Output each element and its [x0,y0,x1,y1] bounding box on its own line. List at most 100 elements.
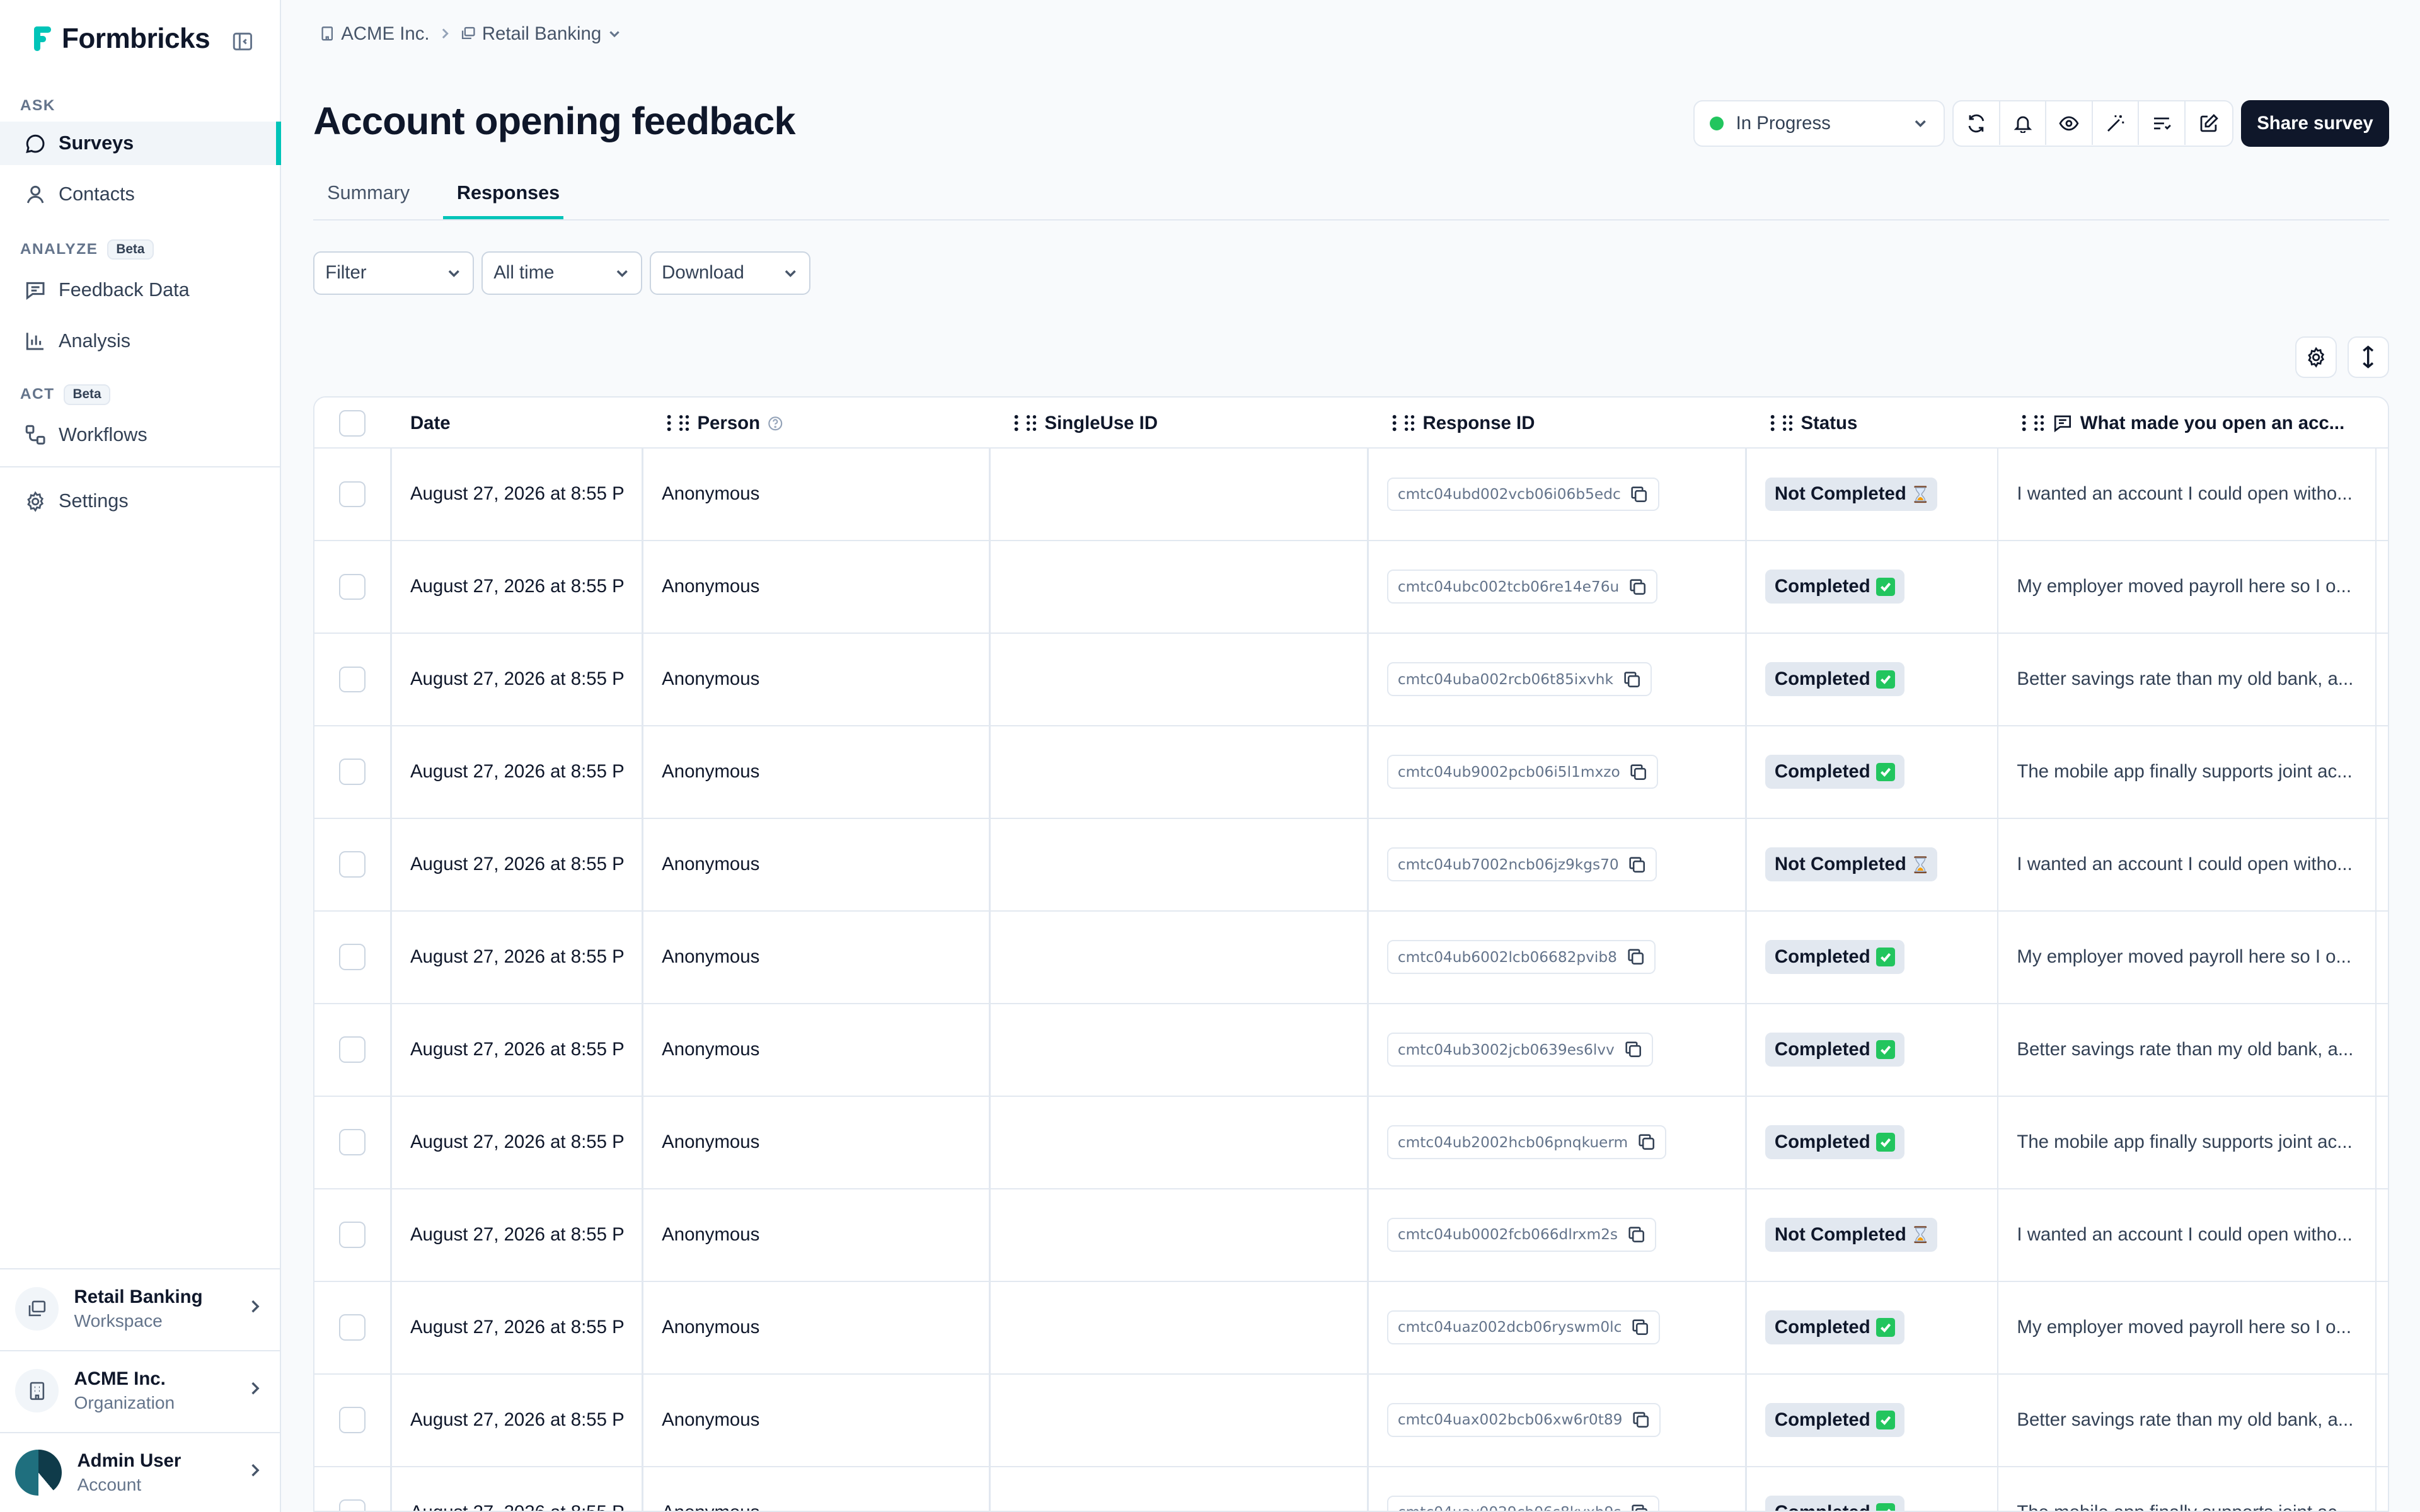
copy-button[interactable] [1627,948,1645,966]
collapse-sidebar-button[interactable] [226,25,260,59]
table-row[interactable]: August 27, 2026 at 8:55 P Anonymous cmtc04… [314,1375,2388,1467]
copy-button[interactable] [1631,1318,1649,1336]
copy-button[interactable] [1629,763,1647,781]
status-badge: Completed [1765,1125,1904,1159]
chevron-down-icon [785,270,796,277]
status-text: Completed [1774,1131,1870,1153]
refresh-icon [1968,114,1985,132]
copy-button[interactable] [1628,578,1647,596]
column-person[interactable]: Person [667,398,783,449]
row-checkbox[interactable] [339,851,366,878]
table-row[interactable]: August 27, 2026 at 8:55 P Anonymous cmtc04… [314,449,2388,542]
logo[interactable]: Formbricks [31,23,210,55]
edit-button[interactable] [2186,101,2232,145]
table-row[interactable]: August 27, 2026 at 8:55 P Anonymous cmtc04… [314,726,2388,819]
more-vertical-icon [667,415,671,432]
sidebar-item-surveys[interactable]: Surveys [0,122,281,166]
table-settings-button[interactable] [2295,336,2337,378]
row-checkbox[interactable] [339,1407,366,1433]
table-row[interactable]: August 27, 2026 at 8:55 P Anonymous cmtc04… [314,1467,2388,1511]
notifications-button[interactable] [2000,101,2047,145]
row-checkbox[interactable] [339,573,366,600]
table-row[interactable]: August 27, 2026 at 8:55 P Anonymous cmtc04… [314,1004,2388,1097]
sidebar-item-analysis[interactable]: Analysis [0,319,281,363]
tab-responses[interactable]: Responses [457,182,560,204]
sidebar-item-settings[interactable]: Settings [0,480,281,524]
copy-button[interactable] [1632,1411,1650,1429]
row-checkbox[interactable] [339,1314,366,1341]
tab-summary[interactable]: Summary [327,182,410,204]
refresh-button[interactable] [1954,101,2000,145]
workspace-switcher[interactable]: Retail Banking Workspace [0,1268,281,1348]
select-all-checkbox[interactable] [339,410,366,437]
copy-button[interactable] [1630,1503,1649,1511]
share-survey-button[interactable]: Share survey [2240,100,2390,147]
download-dropdown[interactable]: Download [650,251,810,295]
table-row[interactable]: August 27, 2026 at 8:55 P Anonymous cmtc04… [314,1189,2388,1282]
column-response-id[interactable]: Response ID [1392,398,1535,449]
more-vertical-icon [1392,415,1397,432]
drag-handle-icon [1027,415,1037,432]
status-text: Completed [1774,1039,1870,1060]
table-row[interactable]: August 27, 2026 at 8:55 P Anonymous cmtc04… [314,912,2388,1004]
sidebar-item-contacts[interactable]: Contacts [0,173,281,216]
organization-switcher[interactable]: ACME Inc. Organization [0,1349,281,1430]
filter-dropdown[interactable]: Filter [313,251,474,295]
copy-button[interactable] [1624,1040,1642,1058]
table-row[interactable]: August 27, 2026 at 8:55 P Anonymous cmtc04… [314,634,2388,727]
status-badge: Completed [1765,1402,1904,1437]
row-checkbox[interactable] [339,481,366,508]
expand-rows-button[interactable] [2347,336,2390,378]
copy-button[interactable] [1627,1225,1645,1244]
status-badge: Completed [1765,1310,1904,1344]
chevron-right-icon [251,1382,260,1395]
table-row[interactable]: August 27, 2026 at 8:55 P Anonymous cmtc04… [314,1097,2388,1189]
column-singleuse-id[interactable]: SingleUse ID [1014,398,1158,449]
magic-wand-button[interactable] [2093,101,2140,145]
sidebar-item-feedback-data[interactable]: Feedback Data [0,268,281,312]
column-status[interactable]: Status [1770,398,1857,449]
cell-date: August 27, 2026 at 8:55 P [410,1039,625,1060]
status-text: Not Completed [1774,1223,1906,1245]
copy-button[interactable] [1628,856,1646,874]
copy-button[interactable] [1630,485,1648,503]
cell-answer: Better savings rate than my old bank, a.… [2017,1039,2354,1060]
preview-button[interactable] [2046,101,2093,145]
copy-icon [1624,672,1640,687]
list-settings-button[interactable] [2139,101,2186,145]
row-checkbox[interactable] [339,944,366,970]
row-checkbox[interactable] [339,1036,366,1063]
column-date[interactable]: Date [410,398,451,449]
breadcrumb-workspace[interactable]: Retail Banking [461,23,622,45]
response-id-chip: cmtc04uav0029cb06s8kyxh9s [1387,1495,1660,1511]
row-checkbox[interactable] [339,1129,366,1155]
status-badge: Completed [1765,755,1904,789]
sidebar-item-workflows[interactable]: Workflows [0,413,281,457]
response-id: cmtc04uba002rcb06t85ixvhk [1397,670,1613,688]
row-checkbox[interactable] [339,1499,366,1511]
row-checkbox[interactable] [339,759,366,786]
edit-icon [2200,113,2218,132]
gear-icon [2307,346,2324,368]
table-row[interactable]: August 27, 2026 at 8:55 P Anonymous cmtc04… [314,819,2388,912]
workflow-icon [25,425,45,445]
time-range-dropdown[interactable]: All time [481,251,642,295]
breadcrumb-org[interactable]: ACME Inc. [320,23,430,45]
table-row[interactable]: August 27, 2026 at 8:55 P Anonymous cmtc04… [314,541,2388,634]
building-icon [30,1382,44,1400]
account-switcher[interactable]: Admin User Account [0,1431,281,1512]
message-square-text-icon [2054,415,2071,433]
wand-icon [2107,115,2124,132]
table-row[interactable]: August 27, 2026 at 8:55 P Anonymous cmtc04… [314,1282,2388,1375]
copy-icon [1628,1227,1644,1243]
cell-date: August 27, 2026 at 8:55 P [410,946,625,968]
copy-button[interactable] [1623,670,1641,689]
drag-handle-icon [1783,415,1793,432]
row-checkbox[interactable] [339,666,366,693]
survey-status-select[interactable]: In Progress [1693,100,1945,147]
column-question-1[interactable]: What made you open an acc... [2022,398,2344,449]
status-text: Completed [1774,576,1870,597]
copy-button[interactable] [1637,1133,1656,1151]
row-checkbox[interactable] [339,1222,366,1248]
cell-person: Anonymous [662,1316,760,1337]
